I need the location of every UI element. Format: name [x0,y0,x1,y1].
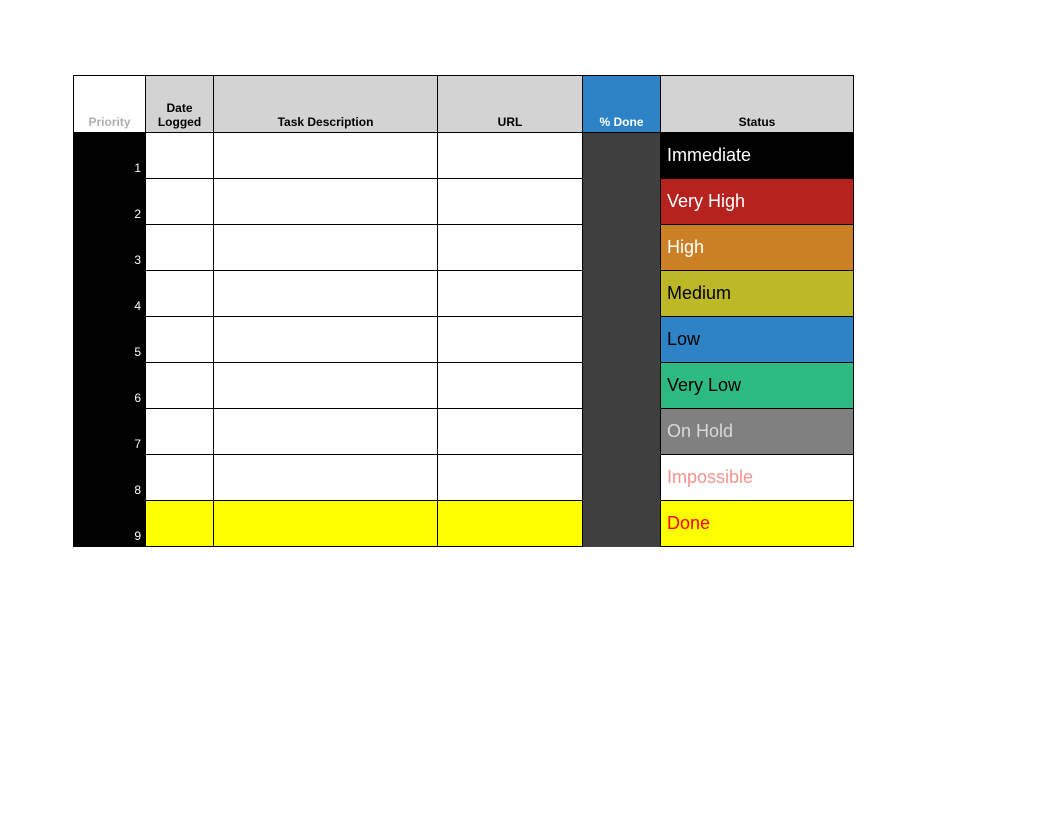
cell-status[interactable]: High [661,225,854,271]
table-row: 6 Very Low [74,363,854,409]
col-header-status: Status [661,76,854,133]
cell-date-logged[interactable] [146,225,214,271]
cell-task-description[interactable] [214,133,438,179]
cell-date-logged[interactable] [146,317,214,363]
cell-task-description[interactable] [214,363,438,409]
col-header-priority: Priority [74,76,146,133]
cell-task-description[interactable] [214,179,438,225]
cell-pct-done[interactable] [583,179,661,225]
cell-pct-done[interactable] [583,363,661,409]
col-header-pct-done: % Done [583,76,661,133]
cell-pct-done[interactable] [583,455,661,501]
cell-priority[interactable]: 6 [74,363,146,409]
cell-date-logged[interactable] [146,455,214,501]
cell-date-logged[interactable] [146,271,214,317]
cell-task-description[interactable] [214,271,438,317]
cell-priority[interactable]: 1 [74,133,146,179]
cell-status[interactable]: Very High [661,179,854,225]
cell-task-description[interactable] [214,317,438,363]
cell-url[interactable] [438,179,583,225]
cell-url[interactable] [438,133,583,179]
table-header-row: Priority Date Logged Task Description UR… [74,76,854,133]
table-row: 8 Impossible [74,455,854,501]
cell-priority[interactable]: 2 [74,179,146,225]
cell-date-logged[interactable] [146,133,214,179]
cell-pct-done[interactable] [583,501,661,547]
cell-status[interactable]: Done [661,501,854,547]
cell-task-description[interactable] [214,501,438,547]
cell-pct-done[interactable] [583,271,661,317]
cell-priority[interactable]: 7 [74,409,146,455]
col-header-url: URL [438,76,583,133]
cell-status[interactable]: Medium [661,271,854,317]
cell-priority[interactable]: 9 [74,501,146,547]
col-header-task-desc: Task Description [214,76,438,133]
cell-task-description[interactable] [214,455,438,501]
table-row: 1 Immediate [74,133,854,179]
cell-priority[interactable]: 3 [74,225,146,271]
table-row: 9 Done [74,501,854,547]
cell-priority[interactable]: 8 [74,455,146,501]
table-row: 5 Low [74,317,854,363]
cell-date-logged[interactable] [146,179,214,225]
cell-url[interactable] [438,271,583,317]
cell-pct-done[interactable] [583,317,661,363]
cell-status[interactable]: Low [661,317,854,363]
table-row: 2 Very High [74,179,854,225]
cell-priority[interactable]: 5 [74,317,146,363]
cell-pct-done[interactable] [583,133,661,179]
cell-status[interactable]: Immediate [661,133,854,179]
cell-date-logged[interactable] [146,501,214,547]
task-table: Priority Date Logged Task Description UR… [73,75,854,547]
table-row: 3 High [74,225,854,271]
table-row: 7 On Hold [74,409,854,455]
cell-pct-done[interactable] [583,409,661,455]
cell-url[interactable] [438,409,583,455]
table-row: 4 Medium [74,271,854,317]
cell-url[interactable] [438,363,583,409]
cell-url[interactable] [438,501,583,547]
cell-url[interactable] [438,225,583,271]
cell-status[interactable]: On Hold [661,409,854,455]
cell-task-description[interactable] [214,225,438,271]
cell-pct-done[interactable] [583,225,661,271]
cell-priority[interactable]: 4 [74,271,146,317]
cell-date-logged[interactable] [146,409,214,455]
cell-date-logged[interactable] [146,363,214,409]
cell-status[interactable]: Impossible [661,455,854,501]
cell-url[interactable] [438,455,583,501]
cell-task-description[interactable] [214,409,438,455]
cell-url[interactable] [438,317,583,363]
cell-status[interactable]: Very Low [661,363,854,409]
col-header-date-logged: Date Logged [146,76,214,133]
